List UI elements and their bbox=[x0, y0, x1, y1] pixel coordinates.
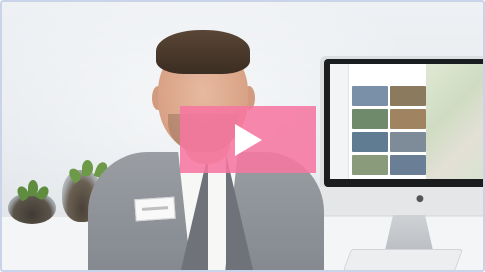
listing-thumb bbox=[352, 109, 388, 129]
succulent-leaves-left bbox=[12, 178, 52, 202]
listing-thumb bbox=[390, 86, 426, 106]
apple-logo-icon: ● bbox=[416, 194, 424, 204]
play-button[interactable] bbox=[180, 106, 316, 173]
listing-thumb bbox=[390, 109, 426, 129]
listing-thumb bbox=[352, 155, 388, 175]
video-player[interactable]: ● bbox=[0, 0, 485, 272]
listing-thumb bbox=[352, 86, 388, 106]
listing-thumb bbox=[352, 132, 388, 152]
screen-map bbox=[426, 64, 483, 179]
play-icon bbox=[235, 123, 262, 156]
listing-thumb bbox=[390, 132, 426, 152]
listing-thumb bbox=[390, 155, 426, 175]
keyboard bbox=[342, 249, 464, 270]
name-badge bbox=[134, 196, 176, 222]
monitor-chin bbox=[320, 187, 483, 215]
screen-sidebar bbox=[330, 64, 349, 179]
presenter-hair bbox=[156, 30, 250, 74]
monitor-screen bbox=[330, 64, 483, 179]
